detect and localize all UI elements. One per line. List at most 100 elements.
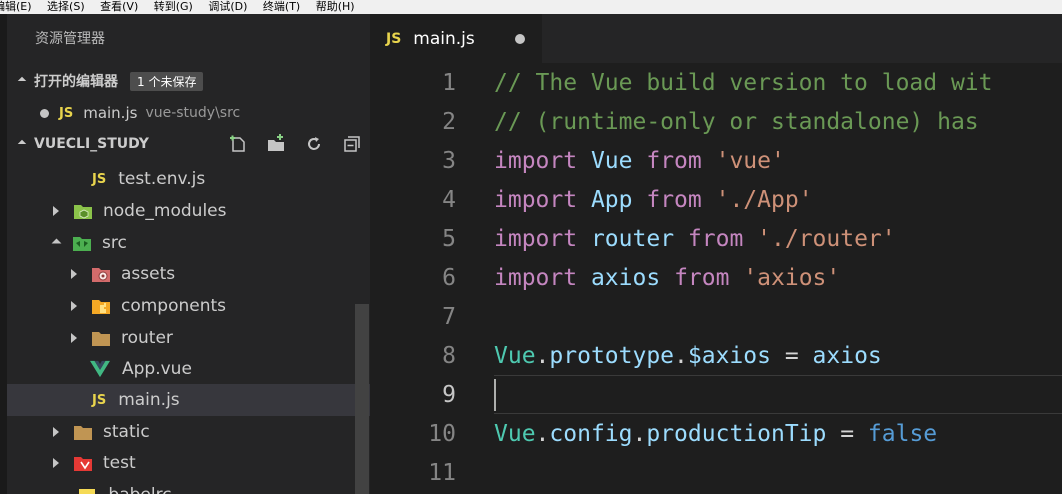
tree-item-label: src	[102, 233, 127, 253]
line-number: 6	[442, 265, 456, 291]
tree-item-label: router	[121, 328, 173, 348]
line-number: 7	[442, 304, 456, 330]
code-token: .	[674, 343, 688, 369]
code-line[interactable]: import router from './router'	[494, 220, 896, 259]
code-token: from	[687, 226, 744, 252]
code-token: './App'	[715, 187, 813, 213]
code-token: import	[494, 148, 578, 174]
menu-terminal[interactable]: 终端(T)	[263, 0, 300, 13]
line-number: 10	[428, 421, 456, 447]
line-number: 3	[442, 148, 456, 174]
code-token: false	[867, 421, 938, 447]
js-file-icon: JS	[92, 392, 107, 408]
tree-item-static[interactable]: static	[7, 416, 370, 448]
vue-file-icon	[90, 360, 110, 378]
tree-item-main-js[interactable]: JS main.js	[7, 384, 370, 416]
code-token: prototype	[549, 343, 675, 369]
tree-item-node-modules[interactable]: node_modules	[7, 195, 370, 227]
code-token: './router'	[757, 226, 896, 252]
code-token: Vue	[494, 421, 536, 447]
menu-bar: 编辑(E) 选择(S) 查看(V) 转到(G) 调试(D) 终端(T) 帮助(H…	[0, 0, 1062, 14]
tree-item-components[interactable]: components	[7, 290, 370, 322]
open-editor-item-main-js[interactable]: JS main.js vue-study\src	[7, 100, 370, 126]
tree-item-label: components	[121, 296, 227, 316]
components-folder-icon	[91, 297, 111, 315]
tree-item-label: main.js	[118, 390, 180, 410]
code-line[interactable]: import Vue from 'vue'	[494, 142, 785, 181]
new-file-icon[interactable]	[228, 134, 248, 154]
code-token: // (runtime-only or standalone) has	[494, 109, 979, 135]
tree-item-label: App.vue	[122, 359, 192, 379]
tree-item-label: static	[103, 422, 150, 442]
tree-item-app-vue[interactable]: App.vue	[7, 353, 370, 385]
tree-item-label: test.env.js	[118, 169, 206, 189]
code-token: router	[590, 226, 675, 252]
sidebar-scrollbar[interactable]	[355, 304, 369, 494]
chevron-right-icon	[53, 427, 59, 437]
menu-goto[interactable]: 转到(G)	[154, 0, 193, 13]
line-number: 11	[428, 460, 456, 486]
code-line[interactable]: import axios from 'axios'	[494, 259, 840, 298]
menu-help[interactable]: 帮助(H)	[316, 0, 355, 13]
unsaved-dot-icon[interactable]	[515, 34, 525, 44]
menu-edit[interactable]: 编辑(E)	[0, 0, 32, 13]
code-token: import	[494, 226, 578, 252]
code-line[interactable]: // The Vue build version to load wit	[494, 64, 993, 103]
menu-selection[interactable]: 选择(S)	[47, 0, 85, 13]
collapse-all-icon[interactable]	[342, 134, 362, 154]
tree-item-assets[interactable]: assets	[7, 258, 370, 290]
tree-item-label: node_modules	[103, 201, 227, 221]
code-line[interactable]: Vue.config.productionTip = false	[494, 415, 937, 454]
tab-main-js[interactable]: JS main.js	[370, 14, 542, 63]
chevron-right-icon	[71, 333, 77, 343]
code-token: import	[494, 187, 578, 213]
tree-item-router[interactable]: router	[7, 322, 370, 354]
test-folder-icon	[73, 454, 93, 472]
code-token: from	[674, 265, 730, 291]
code-area[interactable]: // The Vue build version to load wit // (…	[494, 63, 1062, 494]
project-header[interactable]: VUECLI_STUDY	[7, 131, 370, 157]
tree-item-babelrc[interactable]: .babelrc	[7, 479, 370, 494]
code-token: import	[494, 265, 578, 291]
menu-debug[interactable]: 调试(D)	[208, 0, 247, 13]
text-cursor	[494, 379, 496, 411]
code-token: =	[770, 343, 813, 369]
editor-tab-bar: JS main.js	[370, 14, 1062, 63]
code-line[interactable]: Vue.prototype.$axios = axios	[494, 337, 882, 376]
project-label: VUECLI_STUDY	[34, 136, 149, 152]
code-token: .	[632, 421, 647, 447]
code-line[interactable]: // (runtime-only or standalone) has	[494, 103, 979, 142]
chevron-right-icon	[71, 269, 77, 279]
chevron-right-icon	[53, 458, 59, 468]
babel-file-icon	[77, 486, 97, 494]
tree-item-src[interactable]: src	[7, 227, 370, 259]
menu-view[interactable]: 查看(V)	[100, 0, 138, 13]
code-editor[interactable]: 1 2 3 4 5 6 7 8 9 10 11 // The Vue build version t…	[370, 63, 1062, 494]
refresh-icon[interactable]	[304, 134, 324, 154]
tree-item-test-env-js[interactable]: JS test.env.js	[7, 163, 370, 195]
unsaved-dot-icon[interactable]	[40, 108, 49, 118]
code-token: Vue	[590, 148, 633, 174]
line-number: 8	[442, 343, 456, 369]
line-number: 9	[442, 382, 456, 408]
code-line[interactable]: import App from './App'	[494, 181, 813, 220]
activity-bar-edge	[0, 14, 7, 494]
line-number: 5	[442, 226, 456, 252]
src-folder-icon	[72, 234, 92, 252]
code-token: =	[826, 421, 868, 447]
js-file-icon: JS	[92, 171, 107, 187]
line-number: 4	[442, 187, 456, 213]
new-folder-icon[interactable]	[266, 134, 286, 154]
chevron-down-icon	[51, 238, 62, 248]
tree-item-label: test	[103, 453, 136, 473]
open-editors-header[interactable]: 打开的编辑器 1 个未保存	[7, 68, 370, 94]
code-token: .	[535, 421, 550, 447]
tree-item-test[interactable]: test	[7, 447, 370, 479]
